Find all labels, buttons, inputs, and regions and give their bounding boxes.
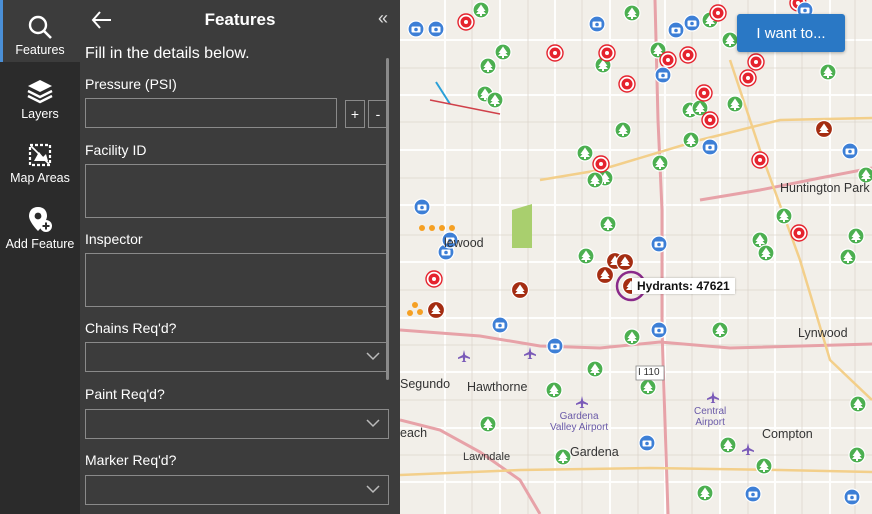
- chevron-down-icon: [366, 419, 380, 428]
- nav-rail: Features Layers Map Areas Add Feature: [0, 0, 80, 514]
- map-areas-icon: [28, 143, 52, 167]
- selected-markers: [426, 119, 834, 320]
- paint-label: Paint Req'd?: [85, 386, 165, 402]
- highway-shield-label: I 110: [638, 367, 660, 378]
- place-label-gardena: Gardena: [570, 445, 619, 459]
- collapse-panel-icon[interactable]: «: [378, 8, 388, 29]
- layers-icon: [27, 80, 53, 104]
- place-label-lynwood: Lynwood: [798, 326, 848, 340]
- decrement-button[interactable]: -: [368, 100, 388, 128]
- panel-title: Features: [204, 10, 276, 29]
- airport-label-central: Central Airport: [694, 406, 727, 428]
- place-label-lawndale: Lawndale: [463, 451, 511, 463]
- place-label-compton: Compton: [762, 427, 813, 441]
- place-label-segundo: Segundo: [400, 377, 451, 391]
- rail-item-add-feature[interactable]: Add Feature: [0, 194, 80, 256]
- chevron-down-icon: [366, 485, 380, 494]
- pressure-input[interactable]: [85, 98, 337, 128]
- place-label-hawthorne: Hawthorne: [467, 380, 528, 394]
- map-view[interactable]: Huntington Park lewood Lynwood Segundo H…: [400, 0, 872, 514]
- rail-item-layers[interactable]: Layers: [0, 66, 80, 128]
- airport-label-gardena: Gardena Valley Airport: [550, 411, 609, 433]
- feature-panel: Features « Fill in the details below. Pr…: [80, 0, 400, 514]
- rail-label-features: Features: [15, 43, 65, 57]
- inspector-input[interactable]: [85, 253, 389, 307]
- rail-item-features[interactable]: Features: [0, 0, 80, 62]
- facility-id-input[interactable]: [85, 164, 389, 218]
- pressure-label: Pressure (PSI): [85, 76, 177, 92]
- panel-scrollbar[interactable]: [386, 58, 389, 380]
- marker-select[interactable]: [85, 475, 389, 505]
- marker-label: Marker Req'd?: [85, 452, 177, 468]
- rail-label-add-feature: Add Feature: [5, 237, 75, 251]
- rail-item-map-areas[interactable]: Map Areas: [0, 130, 80, 192]
- rail-label-map-areas: Map Areas: [10, 171, 70, 185]
- chevron-down-icon: [366, 352, 380, 361]
- inspector-label: Inspector: [85, 231, 143, 247]
- chains-label: Chains Req'd?: [85, 320, 177, 336]
- chains-select[interactable]: [85, 342, 389, 372]
- increment-button[interactable]: +: [345, 100, 365, 128]
- i-want-to-button[interactable]: I want to...: [737, 14, 845, 52]
- hydrant-count-callout[interactable]: Hydrants: 47621: [632, 278, 735, 294]
- add-location-icon: [29, 207, 52, 232]
- rail-label-layers: Layers: [21, 107, 59, 121]
- place-label-huntington-park: Huntington Park: [780, 181, 870, 195]
- paint-select[interactable]: [85, 409, 389, 439]
- form-instructions: Fill in the details below.: [85, 45, 250, 62]
- airport-icons: [458, 347, 754, 455]
- place-label-each: each: [400, 426, 428, 440]
- panel-header: Features «: [80, 0, 400, 40]
- facility-id-label: Facility ID: [85, 142, 147, 158]
- search-icon: [28, 15, 52, 39]
- place-label-inglewood: lewood: [444, 236, 484, 250]
